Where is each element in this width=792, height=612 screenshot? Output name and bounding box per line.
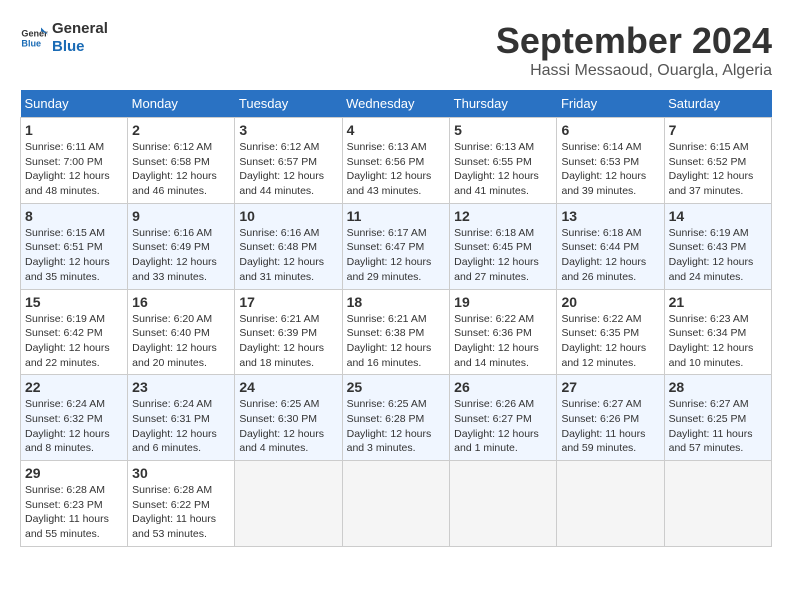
- calendar-row: 15Sunrise: 6:19 AMSunset: 6:42 PMDayligh…: [21, 289, 772, 375]
- col-monday: Monday: [128, 90, 235, 118]
- calendar-cell: 9Sunrise: 6:16 AMSunset: 6:49 PMDaylight…: [128, 203, 235, 289]
- calendar-cell: [450, 461, 557, 547]
- svg-text:Blue: Blue: [21, 38, 41, 48]
- calendar-cell: 28Sunrise: 6:27 AMSunset: 6:25 PMDayligh…: [664, 375, 771, 461]
- logo-line2: Blue: [52, 38, 108, 56]
- calendar-cell: 22Sunrise: 6:24 AMSunset: 6:32 PMDayligh…: [21, 375, 128, 461]
- calendar-cell: 7Sunrise: 6:15 AMSunset: 6:52 PMDaylight…: [664, 118, 771, 204]
- calendar-cell: 10Sunrise: 6:16 AMSunset: 6:48 PMDayligh…: [235, 203, 342, 289]
- calendar-cell: 4Sunrise: 6:13 AMSunset: 6:56 PMDaylight…: [342, 118, 450, 204]
- month-title: September 2024: [496, 20, 772, 62]
- calendar-cell: 15Sunrise: 6:19 AMSunset: 6:42 PMDayligh…: [21, 289, 128, 375]
- calendar-cell: 13Sunrise: 6:18 AMSunset: 6:44 PMDayligh…: [557, 203, 664, 289]
- calendar-cell: 3Sunrise: 6:12 AMSunset: 6:57 PMDaylight…: [235, 118, 342, 204]
- calendar-cell: [235, 461, 342, 547]
- calendar-cell: [664, 461, 771, 547]
- calendar-row: 8Sunrise: 6:15 AMSunset: 6:51 PMDaylight…: [21, 203, 772, 289]
- calendar-row: 29Sunrise: 6:28 AMSunset: 6:23 PMDayligh…: [21, 461, 772, 547]
- col-wednesday: Wednesday: [342, 90, 450, 118]
- logo-line1: General: [52, 20, 108, 38]
- calendar-cell: 16Sunrise: 6:20 AMSunset: 6:40 PMDayligh…: [128, 289, 235, 375]
- calendar-cell: 6Sunrise: 6:14 AMSunset: 6:53 PMDaylight…: [557, 118, 664, 204]
- calendar-cell: 25Sunrise: 6:25 AMSunset: 6:28 PMDayligh…: [342, 375, 450, 461]
- calendar-cell: 26Sunrise: 6:26 AMSunset: 6:27 PMDayligh…: [450, 375, 557, 461]
- logo: General Blue General Blue: [20, 20, 108, 56]
- calendar-cell: 29Sunrise: 6:28 AMSunset: 6:23 PMDayligh…: [21, 461, 128, 547]
- header-row: Sunday Monday Tuesday Wednesday Thursday…: [21, 90, 772, 118]
- calendar-cell: 5Sunrise: 6:13 AMSunset: 6:55 PMDaylight…: [450, 118, 557, 204]
- location: Hassi Messaoud, Ouargla, Algeria: [496, 62, 772, 80]
- calendar-cell: 2Sunrise: 6:12 AMSunset: 6:58 PMDaylight…: [128, 118, 235, 204]
- calendar-cell: 14Sunrise: 6:19 AMSunset: 6:43 PMDayligh…: [664, 203, 771, 289]
- logo-icon: General Blue: [20, 24, 48, 52]
- calendar-cell: 11Sunrise: 6:17 AMSunset: 6:47 PMDayligh…: [342, 203, 450, 289]
- col-tuesday: Tuesday: [235, 90, 342, 118]
- calendar-row: 22Sunrise: 6:24 AMSunset: 6:32 PMDayligh…: [21, 375, 772, 461]
- calendar-cell: 1Sunrise: 6:11 AMSunset: 7:00 PMDaylight…: [21, 118, 128, 204]
- calendar-cell: 21Sunrise: 6:23 AMSunset: 6:34 PMDayligh…: [664, 289, 771, 375]
- col-friday: Friday: [557, 90, 664, 118]
- calendar-cell: 19Sunrise: 6:22 AMSunset: 6:36 PMDayligh…: [450, 289, 557, 375]
- title-block: September 2024 Hassi Messaoud, Ouargla, …: [496, 20, 772, 80]
- col-sunday: Sunday: [21, 90, 128, 118]
- calendar-cell: 23Sunrise: 6:24 AMSunset: 6:31 PMDayligh…: [128, 375, 235, 461]
- calendar-cell: 12Sunrise: 6:18 AMSunset: 6:45 PMDayligh…: [450, 203, 557, 289]
- calendar-cell: [557, 461, 664, 547]
- calendar-cell: 30Sunrise: 6:28 AMSunset: 6:22 PMDayligh…: [128, 461, 235, 547]
- calendar-cell: 17Sunrise: 6:21 AMSunset: 6:39 PMDayligh…: [235, 289, 342, 375]
- calendar-table: Sunday Monday Tuesday Wednesday Thursday…: [20, 90, 772, 547]
- col-saturday: Saturday: [664, 90, 771, 118]
- calendar-cell: 27Sunrise: 6:27 AMSunset: 6:26 PMDayligh…: [557, 375, 664, 461]
- calendar-cell: 18Sunrise: 6:21 AMSunset: 6:38 PMDayligh…: [342, 289, 450, 375]
- svg-text:General: General: [21, 29, 48, 39]
- page-header: General Blue General Blue September 2024…: [20, 20, 772, 80]
- col-thursday: Thursday: [450, 90, 557, 118]
- calendar-cell: 24Sunrise: 6:25 AMSunset: 6:30 PMDayligh…: [235, 375, 342, 461]
- calendar-cell: 8Sunrise: 6:15 AMSunset: 6:51 PMDaylight…: [21, 203, 128, 289]
- calendar-row: 1Sunrise: 6:11 AMSunset: 7:00 PMDaylight…: [21, 118, 772, 204]
- calendar-cell: 20Sunrise: 6:22 AMSunset: 6:35 PMDayligh…: [557, 289, 664, 375]
- calendar-cell: [342, 461, 450, 547]
